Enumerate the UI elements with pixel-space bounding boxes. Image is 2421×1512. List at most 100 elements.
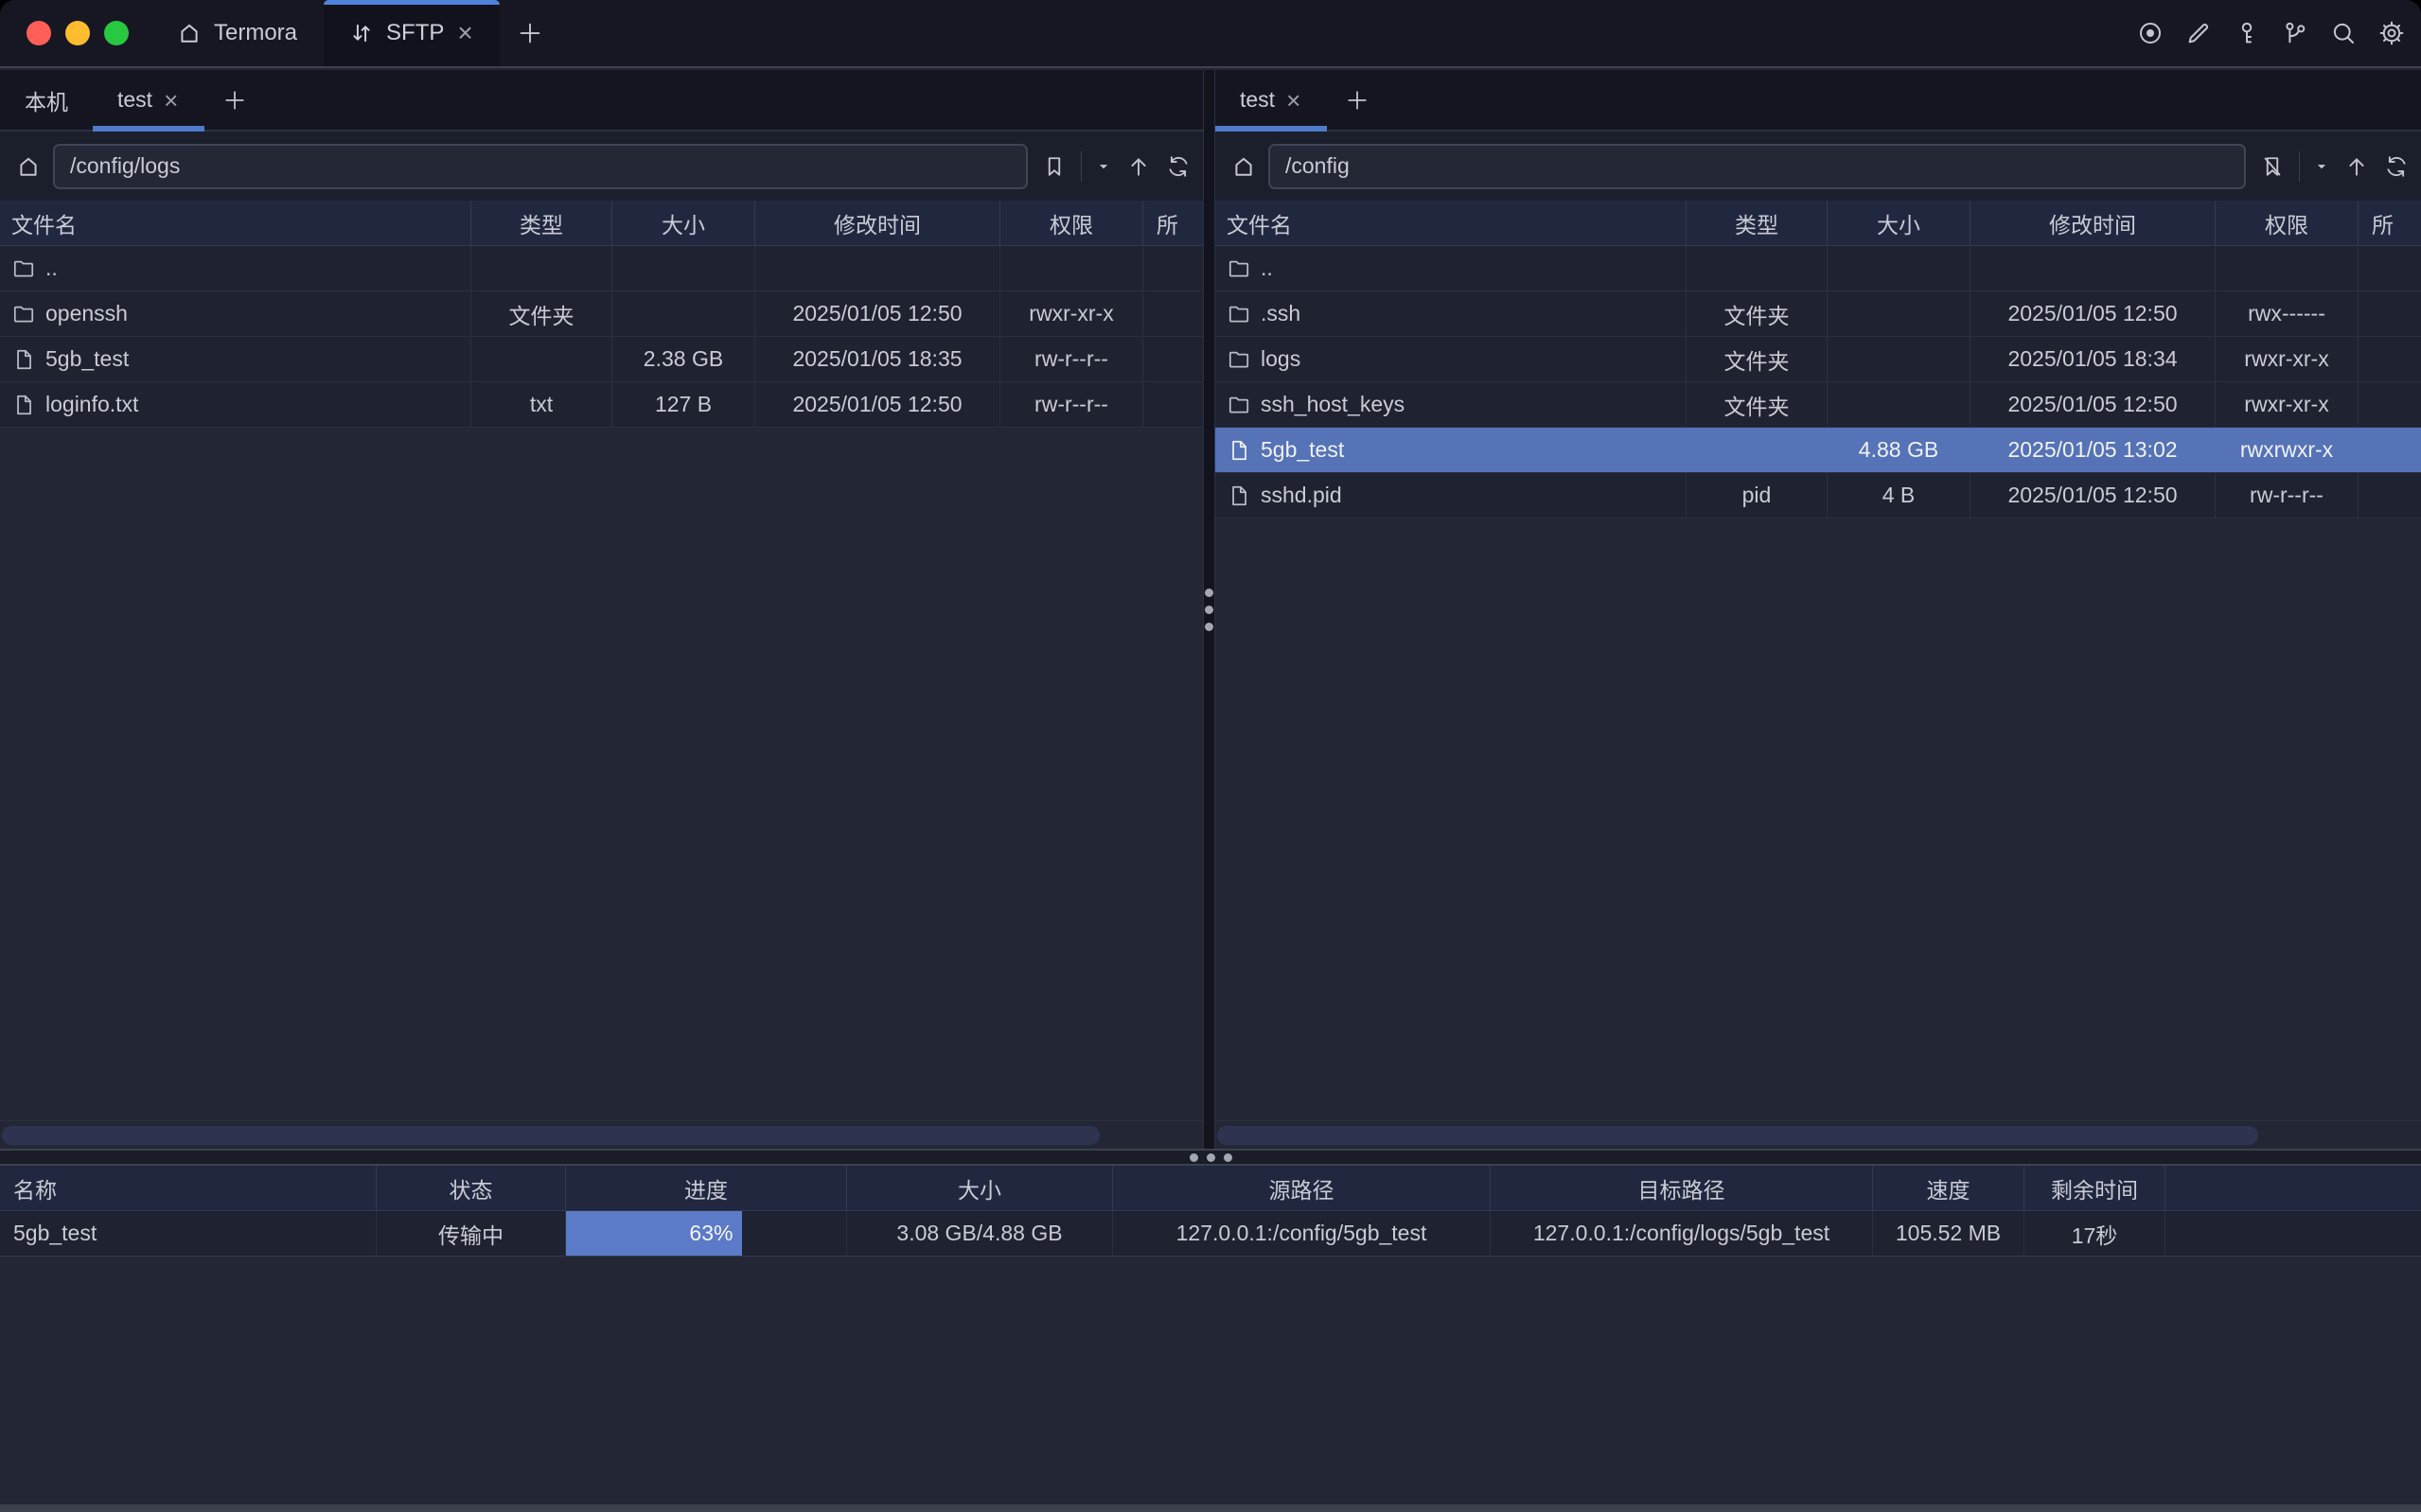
- tab-test-left[interactable]: test ×: [93, 70, 204, 130]
- column-header[interactable]: 大小: [612, 201, 755, 245]
- file-name: openssh: [45, 301, 128, 326]
- right-file-table: ...ssh文件夹2025/01/05 12:50rwx------logs文件…: [1215, 246, 2421, 1120]
- file-cell: rwxrwxr-x: [2216, 428, 2359, 472]
- file-cell: [1143, 246, 1203, 290]
- table-row[interactable]: ..: [0, 246, 1203, 291]
- table-row[interactable]: ..: [1215, 246, 2421, 291]
- refresh-icon[interactable]: [2383, 153, 2410, 180]
- file-cell: [612, 291, 755, 336]
- bookmark-slash-icon[interactable]: [2259, 153, 2286, 180]
- transfer-target-path: 127.0.0.1:/config/logs/5gb_test: [1491, 1211, 1873, 1256]
- file-cell: [2359, 428, 2421, 472]
- new-window-tab-button[interactable]: [500, 0, 560, 66]
- table-row[interactable]: 5gb_test2.38 GB2025/01/05 18:35rw-r--r--: [0, 337, 1203, 382]
- file-name: ssh_host_keys: [1261, 392, 1405, 417]
- pane-splitter-vertical[interactable]: [1203, 70, 1215, 1149]
- path-input-right[interactable]: [1268, 144, 2246, 189]
- column-header[interactable]: 剩余时间: [2024, 1166, 2165, 1210]
- column-header[interactable]: 权限: [2216, 201, 2359, 245]
- table-row[interactable]: ssh_host_keys文件夹2025/01/05 12:50rwxr-xr-…: [1215, 382, 2421, 428]
- bookmark-icon[interactable]: [1041, 153, 1068, 180]
- minimize-window-button[interactable]: [65, 21, 90, 45]
- file-cell: [2216, 246, 2359, 290]
- file-cell: 127 B: [612, 382, 755, 427]
- file-cell: rw-r--r--: [2216, 473, 2359, 518]
- table-row[interactable]: openssh文件夹2025/01/05 12:50rwxr-xr-x: [0, 291, 1203, 337]
- edit-icon[interactable]: [2184, 19, 2213, 47]
- scrollbar-thumb[interactable]: [2, 1126, 1100, 1145]
- file-cell: 2025/01/05 12:50: [1970, 291, 2216, 336]
- tab-test-right-label: test: [1240, 87, 1275, 113]
- home-directory-button[interactable]: [1230, 153, 1257, 180]
- column-header[interactable]: 速度: [1873, 1166, 2024, 1210]
- file-cell: [1143, 382, 1203, 427]
- tab-sftp[interactable]: SFTP ×: [324, 0, 500, 66]
- up-directory-icon[interactable]: [2343, 153, 2370, 180]
- key-icon[interactable]: [2233, 19, 2261, 47]
- file-name: ..: [1261, 255, 1273, 281]
- splitter-grip-icon: [1190, 1153, 1232, 1162]
- column-header[interactable]: 名称: [0, 1166, 377, 1210]
- column-header[interactable]: 文件名: [0, 201, 471, 245]
- chevron-down-icon[interactable]: [2313, 158, 2330, 175]
- file-cell: 2025/01/05 12:50: [1970, 382, 2216, 427]
- search-icon[interactable]: [2329, 19, 2358, 47]
- column-header[interactable]: 大小: [1828, 201, 1970, 245]
- file-cell: 2.38 GB: [612, 337, 755, 381]
- refresh-icon[interactable]: [1165, 153, 1192, 180]
- column-header[interactable]: 进度: [566, 1166, 847, 1210]
- record-icon[interactable]: [2136, 19, 2165, 47]
- file-cell: [1828, 291, 1970, 336]
- column-header[interactable]: 文件名: [1215, 201, 1687, 245]
- toolbar-divider: [2299, 151, 2300, 182]
- tab-test-right[interactable]: test ×: [1215, 70, 1327, 130]
- close-tab-icon[interactable]: ×: [162, 88, 180, 113]
- maximize-window-button[interactable]: [104, 21, 129, 45]
- table-row[interactable]: .ssh文件夹2025/01/05 12:50rwx------: [1215, 291, 2421, 337]
- settings-icon[interactable]: [2377, 19, 2406, 47]
- file-cell: rw-r--r--: [1000, 337, 1143, 381]
- column-header[interactable]: 所: [2359, 201, 2421, 245]
- column-header[interactable]: 修改时间: [1970, 201, 2216, 245]
- file-name: .ssh: [1261, 301, 1300, 326]
- table-row[interactable]: loginfo.txttxt127 B2025/01/05 12:50rw-r-…: [0, 382, 1203, 428]
- up-directory-icon[interactable]: [1125, 153, 1152, 180]
- branch-icon[interactable]: [2281, 19, 2309, 47]
- column-header[interactable]: 状态: [377, 1166, 566, 1210]
- transfer-row[interactable]: 5gb_test传输中63%3.08 GB/4.88 GB127.0.0.1:/…: [0, 1211, 2421, 1257]
- chevron-down-icon[interactable]: [1095, 158, 1112, 175]
- file-cell: [1828, 246, 1970, 290]
- file-cell: [1687, 428, 1828, 472]
- column-header[interactable]: 大小: [847, 1166, 1113, 1210]
- column-header[interactable]: 类型: [1687, 201, 1828, 245]
- column-header[interactable]: 所: [1143, 201, 1203, 245]
- close-tab-icon[interactable]: ×: [455, 20, 474, 46]
- tab-local[interactable]: 本机: [0, 70, 93, 130]
- table-row[interactable]: logs文件夹2025/01/05 18:34rwxr-xr-x: [1215, 337, 2421, 382]
- traffic-lights: [0, 0, 150, 66]
- path-input-left[interactable]: [53, 144, 1028, 189]
- home-tab[interactable]: Termora: [150, 0, 324, 66]
- file-cell: rwx------: [2216, 291, 2359, 336]
- column-header[interactable]: 目标路径: [1491, 1166, 1873, 1210]
- column-header[interactable]: 源路径: [1113, 1166, 1491, 1210]
- add-pane-tab-button[interactable]: [1327, 87, 1387, 114]
- scrollbar-thumb[interactable]: [1217, 1126, 2258, 1145]
- left-pane-toolbar: [0, 132, 1203, 201]
- column-header[interactable]: 权限: [1000, 201, 1143, 245]
- add-pane-tab-button[interactable]: [204, 87, 265, 114]
- home-directory-button[interactable]: [15, 153, 42, 180]
- close-window-button[interactable]: [27, 21, 51, 45]
- home-tab-label: Termora: [214, 20, 297, 46]
- table-row[interactable]: sshd.pidpid4 B2025/01/05 12:50rw-r--r--: [1215, 473, 2421, 519]
- transfer-source-path: 127.0.0.1:/config/5gb_test: [1113, 1211, 1491, 1256]
- column-header[interactable]: 修改时间: [755, 201, 1000, 245]
- file-cell: 2025/01/05 13:02: [1970, 428, 2216, 472]
- file-cell: 文件夹: [1687, 337, 1828, 381]
- table-row[interactable]: 5gb_test4.88 GB2025/01/05 13:02rwxrwxr-x: [1215, 428, 2421, 473]
- file-cell: 2025/01/05 12:50: [755, 382, 1000, 427]
- transfer-panel-splitter[interactable]: [0, 1149, 2421, 1166]
- column-header[interactable]: 类型: [471, 201, 612, 245]
- close-tab-icon[interactable]: ×: [1284, 88, 1302, 113]
- titlebar-actions: [2136, 0, 2406, 66]
